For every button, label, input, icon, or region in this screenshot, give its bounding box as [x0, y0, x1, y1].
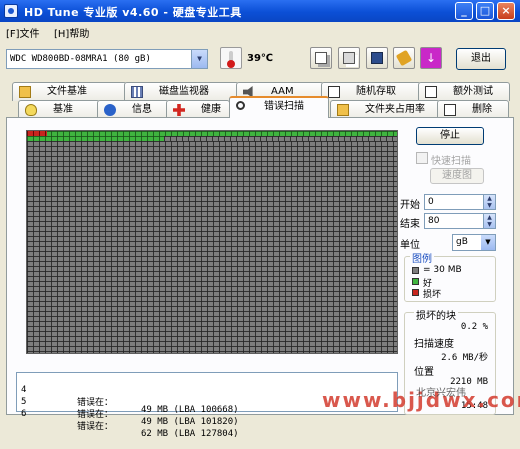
copy-all-icon — [343, 52, 355, 64]
extra-tests-icon — [425, 86, 437, 98]
tab-extra-tests[interactable]: 额外测试 — [418, 82, 510, 101]
unit-value: gB — [456, 237, 468, 247]
chevron-down-icon[interactable]: ▼ — [191, 50, 207, 68]
download-icon: ↓ — [425, 51, 437, 65]
start-input[interactable]: 0 ▲ ▼ — [424, 194, 496, 210]
tab-file-benchmark[interactable]: 文件基准 — [12, 82, 127, 101]
log-row: 5 错误在： 49 MB (LBA 101820) — [21, 387, 239, 427]
log-index: 6 — [21, 409, 27, 419]
start-spinner[interactable]: ▲ ▼ — [483, 195, 495, 209]
drive-select-value: WDC WD800BD-08MRA1 (80 gB) — [10, 54, 151, 64]
tab-label: 健康 — [201, 104, 221, 115]
log-detail: 62 MB (LBA 127804) — [141, 429, 239, 439]
log-detail: 49 MB (LBA 100668) — [141, 405, 239, 415]
end-input[interactable]: 80 ▲ ▼ — [424, 213, 496, 229]
exit-button[interactable]: 退出 — [456, 48, 506, 70]
copy-icon — [315, 52, 327, 64]
bad-blocks-label: 损坏的块 — [414, 307, 458, 322]
folder-icon — [19, 86, 31, 98]
tab-label: 随机存取 — [356, 86, 396, 97]
download-button[interactable]: ↓ — [420, 47, 442, 69]
monitor-icon — [131, 86, 143, 98]
speed-map-button[interactable]: 速度图 — [430, 168, 484, 184]
info-icon — [104, 104, 116, 116]
damaged-blocks — [27, 131, 47, 136]
minimize-button[interactable]: _ — [455, 2, 473, 20]
start-label: 开始 — [400, 200, 420, 211]
menu-file[interactable]: [F]文件 — [6, 25, 40, 40]
log-detail: 49 MB (LBA 101820) — [141, 417, 239, 427]
menu-bar: [F]文件 [H]帮助 — [0, 22, 520, 40]
scan-speed-label: 扫描速度 — [414, 339, 454, 350]
tab-disk-monitor[interactable]: 磁盘监视器 — [124, 82, 239, 101]
start-value: 0 — [428, 197, 434, 207]
unit-select[interactable]: gB ▼ — [452, 234, 496, 251]
menu-help[interactable]: [H]帮助 — [54, 25, 89, 40]
app-window: HD Tune 专业版 v4.60 - 硬盘专业工具 _ □ × [F]文件 [… — [0, 0, 520, 439]
legend-title: 图例 — [410, 250, 434, 265]
maximize-button[interactable]: □ — [476, 2, 494, 20]
tab-label: 文件基准 — [47, 86, 87, 97]
bad-swatch — [412, 289, 419, 296]
log-row: 4 错误在： 49 MB (LBA 100668) — [21, 375, 239, 415]
thermometer-icon — [220, 47, 242, 69]
copy-all-button[interactable] — [338, 47, 360, 69]
magnifier-icon — [236, 101, 245, 110]
save-button[interactable] — [366, 47, 388, 69]
bulb-icon — [25, 104, 37, 116]
log-text: 错误在： — [77, 422, 114, 432]
unscanned-blocks — [163, 136, 397, 141]
quick-scan-label: 快速扫描 — [431, 156, 471, 167]
temperature-value: 39℃ — [247, 53, 274, 64]
erase-icon — [444, 104, 456, 116]
quick-scan-checkbox[interactable] — [416, 152, 428, 164]
drive-select[interactable]: WDC WD800BD-08MRA1 (80 gB) ▼ — [6, 49, 208, 69]
tab-label: 文件夹占用率 — [365, 104, 425, 115]
tab-label: 磁盘监视器 — [159, 86, 209, 97]
tab-label: 额外测试 — [453, 86, 493, 97]
position-label: 位置 — [414, 367, 434, 378]
stop-button[interactable]: 停止 — [416, 127, 484, 145]
end-value: 80 — [428, 216, 440, 226]
close-button[interactable]: × — [497, 2, 515, 20]
block-swatch — [412, 267, 419, 274]
copy-text-button[interactable] — [310, 47, 332, 69]
legend-block-size: = 30 MB — [423, 265, 462, 275]
scan-speed-value: 2.6 MB/秒 — [441, 353, 488, 363]
health-icon — [173, 104, 185, 116]
app-icon — [4, 4, 18, 18]
save-icon — [371, 52, 383, 64]
options-icon — [395, 49, 413, 67]
end-spinner[interactable]: ▲ ▼ — [483, 214, 495, 228]
tab-label: 基准 — [53, 104, 73, 115]
chevron-down-icon[interactable]: ▼ — [481, 235, 495, 250]
tab-label: 信息 — [132, 104, 152, 115]
options-button[interactable] — [393, 47, 415, 69]
tab-label: 错误扫描 — [264, 101, 304, 112]
good-swatch — [412, 278, 419, 285]
tab-random-access[interactable]: 随机存取 — [321, 82, 421, 101]
scan-block-map — [26, 130, 398, 354]
title-bar: HD Tune 专业版 v4.60 - 硬盘专业工具 _ □ × — [0, 0, 520, 22]
window-title: HD Tune 专业版 v4.60 - 硬盘专业工具 — [24, 6, 242, 19]
folder-icon — [337, 104, 349, 116]
tab-label: 删除 — [472, 104, 492, 115]
unit-label: 单位 — [400, 240, 420, 251]
legend-bad: 损坏 — [423, 290, 442, 300]
log-row: 6 错误在： 62 MB (LBA 127804) — [21, 399, 239, 439]
tab-error-scan[interactable]: 错误扫描 — [229, 96, 329, 118]
watermark-small: 北京兴宏伟 — [416, 388, 466, 399]
bad-blocks-value: 0.2 % — [460, 322, 488, 332]
dice-icon — [328, 86, 340, 98]
end-label: 结束 — [400, 219, 420, 230]
